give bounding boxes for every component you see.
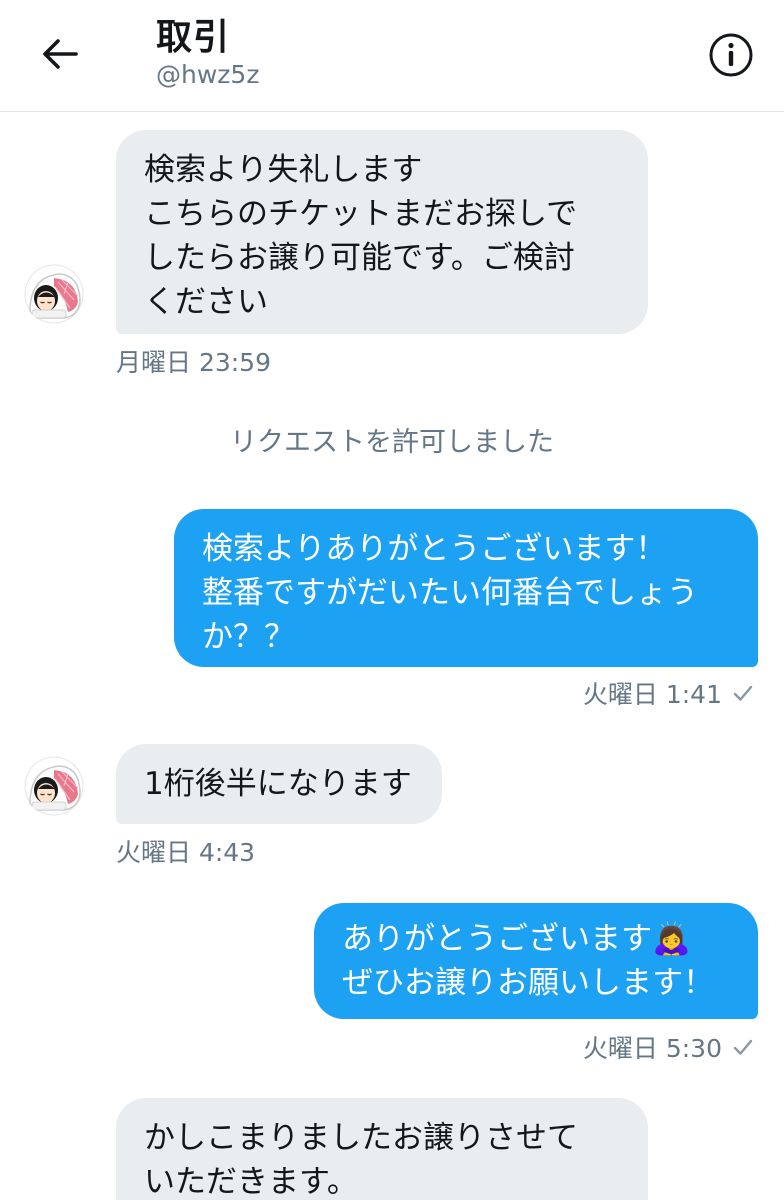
- message-timestamp-row: 火曜日 1:41: [583, 675, 754, 711]
- conversation-header: 取引 @hwz5z: [0, 0, 784, 112]
- outgoing-message-bubble[interactable]: ありがとうございます🙇‍♀️ ぜひお譲りお願いします！: [314, 903, 758, 1019]
- sleeping-person-avatar-icon: [24, 264, 84, 324]
- outgoing-message-bubble[interactable]: 検索よりありがとうございます！ 整番ですがだいたい何番台でしょう か？？: [174, 509, 758, 667]
- check-icon: [733, 1039, 753, 1055]
- conversation-info-button[interactable]: [706, 30, 756, 80]
- message-timestamp: 火曜日 1:41: [582, 680, 722, 709]
- incoming-message-bubble[interactable]: 1桁後半になります: [116, 744, 442, 824]
- sender-avatar[interactable]: [24, 756, 84, 816]
- info-circle-icon: [709, 33, 753, 77]
- incoming-message-bubble[interactable]: 検索より失礼します こちらのチケットまだお探しで したらお譲り可能です。ご検討 …: [116, 130, 648, 334]
- dm-conversation-screen: 取引 @hwz5z 検索より失礼します こちらのチケットまだお探しで したらお譲…: [0, 0, 784, 1200]
- arrow-left-icon: [43, 39, 78, 69]
- conversation-handle: @hwz5z: [156, 60, 260, 89]
- conversation-title: 取引: [156, 17, 231, 58]
- message-timestamp: 月曜日 23:59: [116, 348, 271, 377]
- incoming-message-bubble[interactable]: かしこまりましたお譲りさせて いただきます。: [116, 1098, 648, 1200]
- request-accepted-notice: リクエストを許可しました: [230, 427, 554, 458]
- check-icon: [733, 685, 753, 701]
- sender-avatar[interactable]: [24, 264, 84, 324]
- back-button[interactable]: [34, 28, 86, 80]
- message-timestamp-row: 火曜日 5:30: [583, 1029, 754, 1065]
- message-timestamp: 火曜日 5:30: [582, 1034, 722, 1063]
- sleeping-person-avatar-icon: [24, 756, 84, 816]
- message-timestamp: 火曜日 4:43: [116, 838, 256, 867]
